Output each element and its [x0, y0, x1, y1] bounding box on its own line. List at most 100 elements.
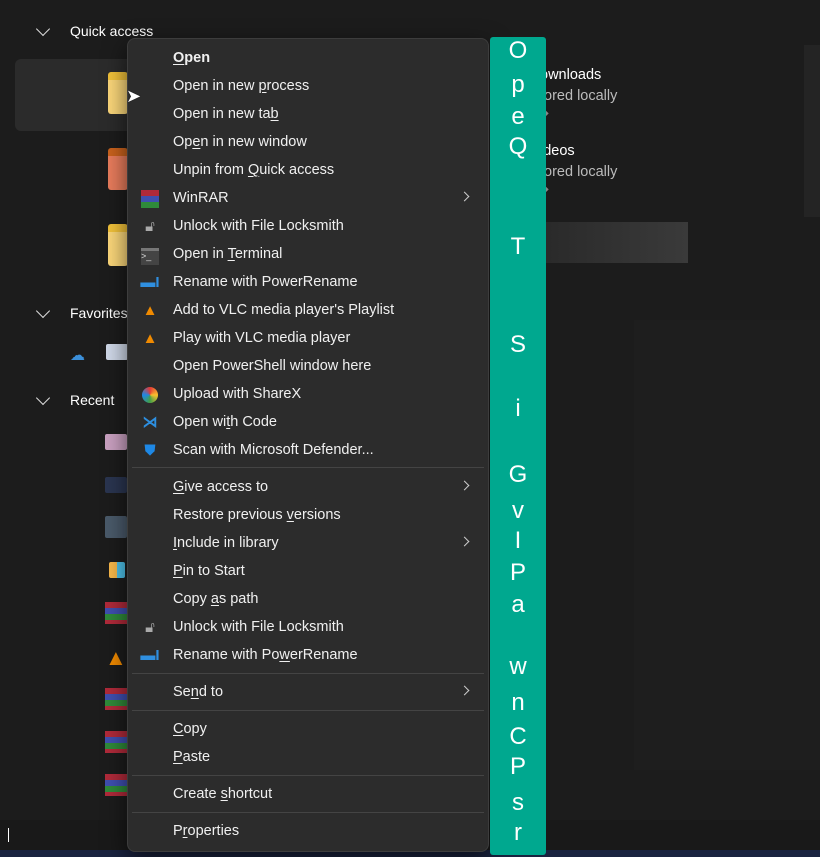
- menu-item-open-in-new-process[interactable]: Open in new process: [132, 73, 484, 101]
- menu-item-create-shortcut[interactable]: Create shortcut: [132, 781, 484, 809]
- menu-item-unlock-with-file-locksmith[interactable]: 🔓︎ Unlock with File Locksmith: [132, 213, 484, 241]
- menu-item-rename-with-powerrename[interactable]: ▬I Rename with PowerRename: [132, 269, 484, 297]
- menu-item-send-to[interactable]: Send to: [132, 679, 484, 707]
- menu-item-label: Open in new process: [173, 78, 310, 94]
- powerrename-icon: ▬I: [140, 647, 160, 664]
- menu-separator: [132, 710, 484, 711]
- menu-item-include-in-library[interactable]: Include in library: [132, 530, 484, 558]
- submenu-chevron-icon: [459, 191, 470, 202]
- accelerator-letter: p: [511, 71, 525, 98]
- menu-item-open-with-code[interactable]: ⋊ Open with Code: [132, 409, 484, 437]
- menu-item-label: Include in library: [173, 535, 279, 551]
- menu-item-label: WinRAR: [173, 190, 229, 206]
- menu-item-paste[interactable]: Paste: [132, 744, 484, 772]
- sharex-icon: [140, 385, 160, 405]
- menu-item-label: Open PowerShell window here: [173, 358, 372, 374]
- menu-item-label: Unlock with File Locksmith: [173, 619, 344, 635]
- menu-item-copy-as-path[interactable]: Copy as path: [132, 586, 484, 614]
- hover-row: [546, 222, 688, 263]
- lock-icon: 🔓︎: [145, 619, 155, 636]
- downloads-name[interactable]: ownloads: [540, 67, 601, 83]
- menu-separator: [132, 812, 484, 813]
- recent-header[interactable]: Recent: [70, 392, 114, 408]
- menu-item-label: Open in new window: [173, 134, 307, 150]
- menu-item-label: Open in new tab: [173, 106, 279, 122]
- menu-item-add-to-vlc-media-player-s-playlist[interactable]: ▲ Add to VLC media player's Playlist: [132, 297, 484, 325]
- accelerator-letter: C: [509, 723, 527, 750]
- menu-item-label: Copy as path: [173, 591, 259, 607]
- menu-item-give-access-to[interactable]: Give access to: [132, 474, 484, 502]
- accelerator-letter: G: [508, 461, 528, 488]
- menu-item-label: Copy: [173, 721, 207, 737]
- submenu-chevron-icon: [459, 536, 470, 547]
- cloud-icon: ☁: [70, 347, 85, 364]
- vscode-icon: ⋊: [142, 414, 158, 431]
- menu-item-label: Pin to Start: [173, 563, 245, 579]
- menu-item-open-in-new-tab[interactable]: Open in new tab: [132, 101, 484, 129]
- menu-item-rename-with-powerrename[interactable]: ▬I Rename with PowerRename: [132, 642, 484, 670]
- accelerator-letter: S: [509, 331, 526, 358]
- folder-icon: [108, 148, 128, 190]
- file-thumbnail: [105, 434, 127, 450]
- preview-image: [634, 320, 820, 770]
- accelerator-letter: a: [511, 591, 525, 618]
- accelerator-letter: P: [509, 753, 526, 780]
- menu-item-play-with-vlc-media-player[interactable]: ▲ Play with VLC media player: [132, 325, 484, 353]
- winrar-file-icon: [105, 774, 127, 796]
- powerrename-icon: ▬I: [140, 274, 160, 291]
- quick-access-chevron-icon[interactable]: [35, 21, 51, 37]
- favorites-header[interactable]: Favorites: [70, 305, 128, 321]
- menu-item-open-powershell-window-here[interactable]: Open PowerShell window here: [132, 353, 484, 381]
- menu-item-label: Unlock with File Locksmith: [173, 218, 344, 234]
- menu-item-open-in-new-window[interactable]: Open in new window: [132, 129, 484, 157]
- terminal-icon: >_: [140, 245, 160, 265]
- menu-item-label: Upload with ShareX: [173, 386, 302, 402]
- menu-item-label: Properties: [173, 823, 240, 839]
- recent-chevron-icon[interactable]: [35, 390, 51, 406]
- file-thumbnail: [105, 516, 127, 538]
- menu-item-restore-previous-versions[interactable]: Restore previous versions: [132, 502, 484, 530]
- winrar-icon: [140, 189, 160, 209]
- menu-item-open-in-terminal[interactable]: >_ Open in Terminal: [132, 241, 484, 269]
- vlc-icon: ▲: [142, 330, 158, 347]
- submenu-chevron-icon: [459, 685, 470, 696]
- menu-item-label: Add to VLC media player's Playlist: [173, 302, 395, 318]
- menu-item-open[interactable]: Open: [132, 45, 484, 73]
- folder-icon: [108, 72, 128, 114]
- videos-status: tored locally: [540, 164, 618, 180]
- accelerator-letter: O: [508, 37, 528, 64]
- accelerator-letter: e: [511, 103, 525, 130]
- menu-item-winrar[interactable]: WinRAR: [132, 185, 484, 213]
- menu-item-scan-with-microsoft-defender[interactable]: ⛊ Scan with Microsoft Defender...: [132, 437, 484, 465]
- file-thumbnail: [105, 477, 127, 493]
- accelerator-letter: r: [514, 819, 522, 846]
- accelerator-letter: T: [510, 233, 526, 260]
- menu-separator: [132, 775, 484, 776]
- menu-separator: [132, 673, 484, 674]
- menu-item-label: Unpin from Quick access: [173, 162, 335, 178]
- favorites-chevron-icon[interactable]: [35, 303, 51, 319]
- menu-item-label: Open: [173, 50, 211, 66]
- menu-item-properties[interactable]: Properties: [132, 818, 484, 846]
- accelerator-letter: I: [514, 527, 522, 554]
- accelerator-letter: i: [515, 395, 521, 422]
- lock-icon: 🔓︎: [145, 218, 155, 235]
- menu-item-upload-with-sharex[interactable]: Upload with ShareX: [132, 381, 484, 409]
- vlc-icon: ▲: [142, 302, 158, 319]
- defender-shield-icon: ⛊: [144, 442, 156, 459]
- menu-item-label: Open with Code: [173, 414, 277, 430]
- accelerator-letter: P: [509, 559, 526, 586]
- menu-item-unpin-from-quick-access[interactable]: Unpin from Quick access: [132, 157, 484, 185]
- accelerator-letter: w: [509, 653, 527, 680]
- submenu-chevron-icon: [459, 480, 470, 491]
- menu-item-pin-to-start[interactable]: Pin to Start: [132, 558, 484, 586]
- vlc-file-icon: ▲: [105, 645, 127, 670]
- menu-item-label: Rename with PowerRename: [173, 274, 358, 290]
- menu-item-label: Restore previous versions: [173, 507, 341, 523]
- menu-item-label: Send to: [173, 684, 224, 700]
- quick-access-header[interactable]: Quick access: [70, 23, 153, 39]
- preview-pane-edge: [804, 45, 820, 217]
- menu-item-copy[interactable]: Copy: [132, 716, 484, 744]
- accelerator-letter: Q: [508, 133, 528, 160]
- menu-item-unlock-with-file-locksmith[interactable]: 🔓︎ Unlock with File Locksmith: [132, 614, 484, 642]
